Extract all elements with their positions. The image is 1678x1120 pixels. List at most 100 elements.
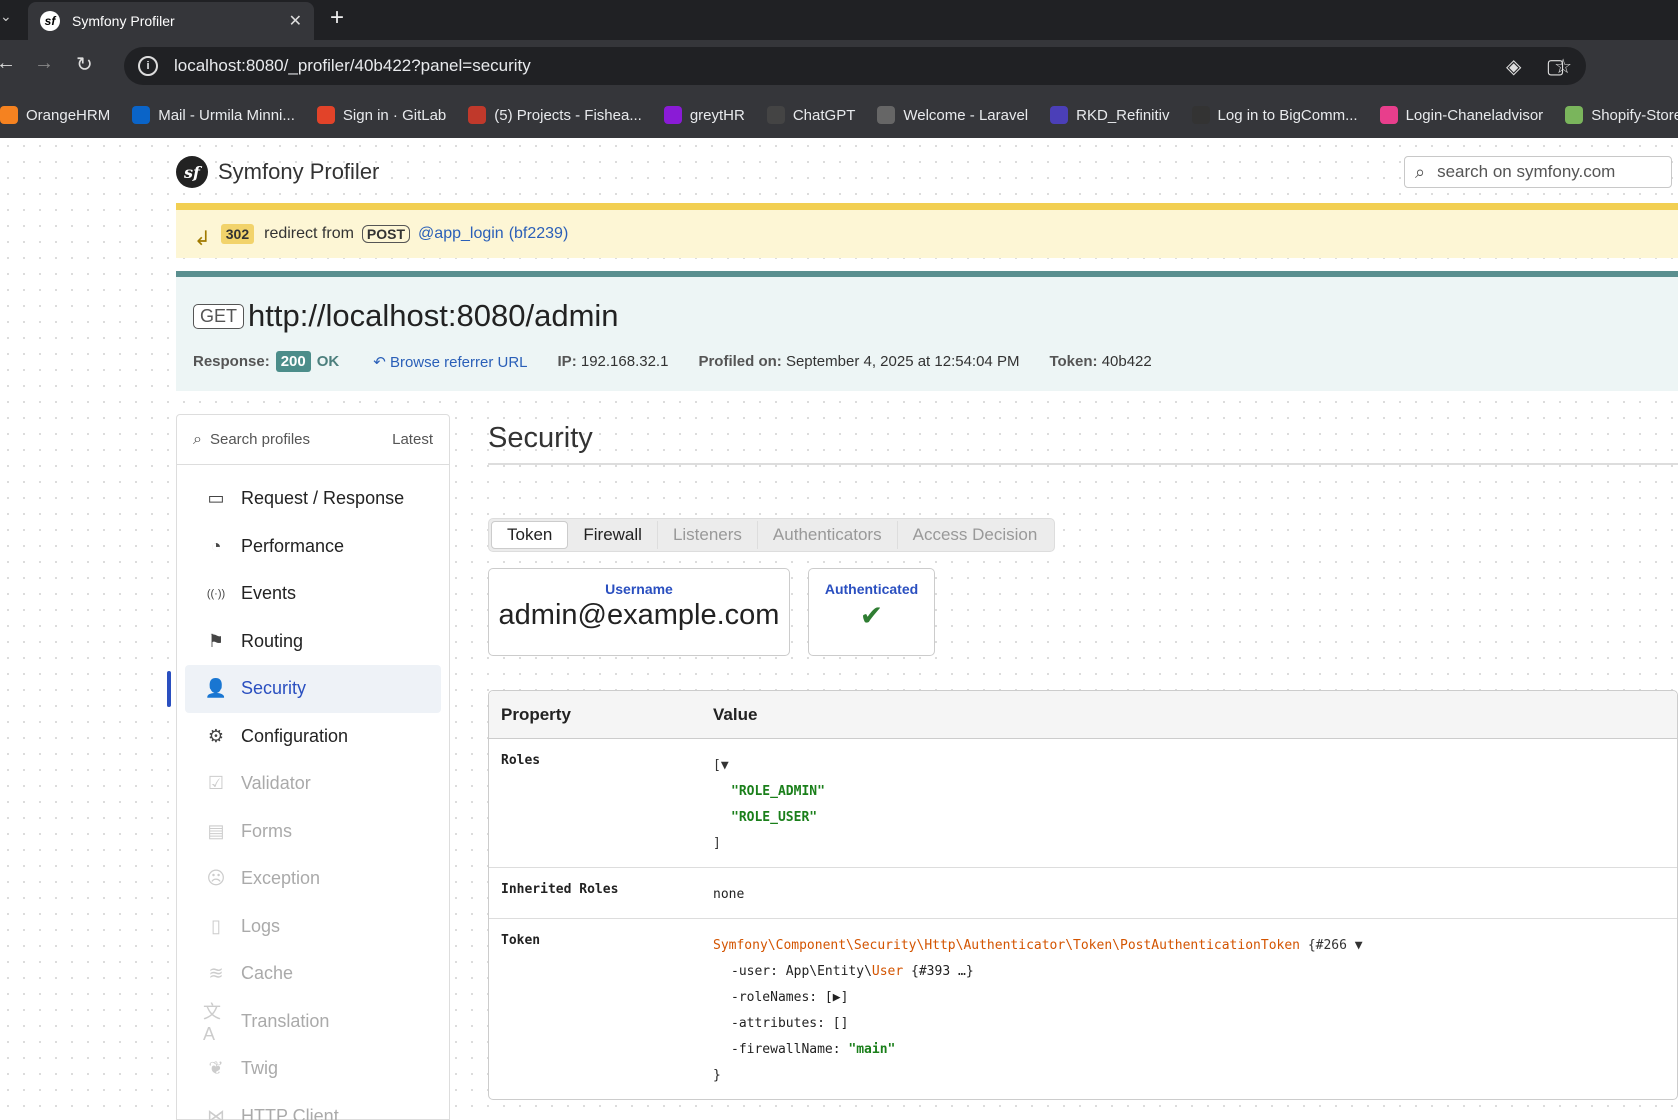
security-panel: Security Token Firewall Listeners Authentic… [488,414,1678,1100]
reload-icon[interactable]: ↻ [76,52,93,77]
sidebar-item-label: Logs [241,915,281,936]
redirect-arrow-icon: ↲ [194,227,211,250]
search-profiles-icon[interactable]: ⌕ [193,431,202,449]
user-key: -user: [731,964,786,979]
role-item: "ROLE_USER" [731,810,818,825]
bookmark-item[interactable]: Mail - Urmila Minni... [132,106,295,124]
sidebar-item-translation[interactable]: 文A Translation [185,998,441,1046]
request-icon: ▭ [207,488,225,509]
user-class: User [871,964,904,979]
tab-search-icon[interactable]: ⌄ [0,8,12,25]
bookmark-label: Mail - Urmila Minni... [158,106,295,124]
bookmark-item[interactable]: Shopify-Stores [1565,106,1678,124]
username-value: admin@example.com [498,599,780,631]
sidebar-item-label: Configuration [241,725,349,746]
tab-title: Symfony Profiler [72,13,175,29]
bookmark-label: ChatGPT [792,106,856,124]
back-icon[interactable]: ← [0,52,16,75]
tab-listeners[interactable]: Listeners [658,521,758,549]
sidebar-item-performance[interactable]: ◔ Performance [185,523,441,571]
sidebar-item-events[interactable]: ((·)) Events [185,570,441,618]
new-tab-icon[interactable]: + [330,4,344,32]
token-close-brace: } [713,1068,721,1083]
rolenames-toggle[interactable]: -roleNames: [▶] [713,985,1363,1011]
cache-icon: ≋ [208,963,224,984]
extension-icon[interactable]: ◈ [1506,54,1521,79]
sidebar-item-cache[interactable]: ≋ Cache [185,950,441,998]
sidebar-item-label: Events [241,583,297,604]
redirect-banner: ↲ 302 redirect from POST @app_login (bf2… [176,203,1678,258]
inherited-roles-label: Inherited Roles [501,882,619,897]
sidebar-item-http-client[interactable]: ⋈ HTTP Client [185,1093,441,1120]
bookmark-item[interactable]: Welcome - Laravel [877,106,1028,124]
profiler-sidebar: ⌕ Search profiles Latest ▭ Request / Resp… [167,414,450,1120]
browse-referrer-link[interactable]: ↶ Browse referrer URL [373,353,527,371]
sidebar-item-routing[interactable]: ⚑ Routing [185,618,441,666]
sidebar-item-label: Translation [241,1010,330,1031]
sidebar-item-label: Routing [241,630,304,651]
sidebar-item-validator[interactable]: ☑ Validator [185,760,441,808]
close-tab-icon[interactable]: ✕ [289,11,302,31]
table-header: Property Value [489,691,1677,739]
bookmark-item[interactable]: greytHR [663,106,745,124]
sidebar-item-label: Cache [241,963,294,984]
sidebar-item-request-response[interactable]: ▭ Request / Response [185,475,441,523]
forward-icon[interactable]: → [34,52,54,75]
response-status-badge: 200 [275,351,311,372]
sidebar-item-label: Twig [241,1058,279,1079]
search-profiles-bar: ⌕ Search profiles Latest [177,415,449,465]
tab-token[interactable]: Token [491,521,569,549]
sidebar-item-exception[interactable]: ☹ Exception [185,855,441,903]
sidebar-item-security[interactable]: 👤 Security [167,665,441,713]
search-icon: ⌕ [1415,161,1426,182]
configuration-icon: ⚙ [207,725,225,746]
sidebar-item-twig[interactable]: ❦ Twig [185,1045,441,1093]
bookmark-item[interactable]: (5) Projects - Fishea... [468,106,642,124]
bookmark-label: OrangeHRM [26,106,111,124]
browser-tab[interactable]: sf Symfony Profiler ✕ [28,2,314,40]
referrer-icon: ↶ [373,353,390,371]
sidebar-item-logs[interactable]: ▯ Logs [185,903,441,951]
bookmark-item[interactable]: OrangeHRM [0,106,110,124]
redirect-method-badge: POST [361,225,411,243]
tab-access-decision[interactable]: Access Decision [898,521,1053,549]
events-icon: ((·)) [206,587,226,600]
address-url[interactable]: localhost:8080/_profiler/40b422?panel=se… [174,56,1554,76]
bookmark-favicon-icon [468,106,487,124]
sidebar-item-forms[interactable]: ▤ Forms [185,808,441,856]
user-ref-toggle[interactable]: {#393 …} [903,964,974,979]
tab-firewall[interactable]: Firewall [568,521,658,549]
bookmarks-bar: OrangeHRM Mail - Urmila Minni... Sign in ·… [0,92,1678,138]
authenticated-label: Authenticated [824,581,919,597]
bookmark-item[interactable]: RKD_Refinitiv [1050,106,1170,124]
bookmark-item[interactable]: Login-Chaneladvisor [1379,106,1543,124]
bookmark-favicon-icon [1379,106,1398,124]
latest-link[interactable]: Latest [392,431,433,448]
extensions-puzzle-icon[interactable]: ▢ [1546,54,1565,79]
profiled-value: September 4, 2025 at 12:54:04 PM [785,353,1020,370]
token-class: Symfony\Component\Security\Http\Authenti… [713,938,1300,953]
token-ref-toggle[interactable]: {#266 ▼ [1300,938,1363,953]
token-value: 40b422 [1101,353,1152,370]
search-profiles-link[interactable]: Search profiles [210,431,392,448]
address-bar[interactable]: i localhost:8080/_profiler/40b422?panel=… [124,47,1586,85]
symfony-search-input[interactable]: ⌕ search on symfony.com [1404,156,1672,188]
bookmark-item[interactable]: Log in to BigComm... [1191,106,1358,124]
symfony-logo-icon[interactable]: sf [176,156,208,188]
tab-authenticators[interactable]: Authenticators [758,521,898,549]
bookmark-item[interactable]: ChatGPT [766,106,856,124]
bookmark-favicon-icon [1565,106,1584,124]
request-meta: Response: 200 OK ↶ Browse referrer URL I… [193,351,1182,372]
redirect-status-badge: 302 [220,224,255,244]
roles-toggle[interactable]: [▼ [713,753,825,779]
bookmark-item[interactable]: Sign in · GitLab [316,106,446,124]
bookmark-favicon-icon [663,106,682,124]
redirect-token-link[interactable]: (bf2239) [509,225,569,243]
redirect-route-link[interactable]: @app_login [418,225,504,243]
profiler-title[interactable]: Symfony Profiler [218,159,379,185]
twig-icon: ❦ [208,1058,224,1079]
sidebar-item-configuration[interactable]: ⚙ Configuration [185,713,441,761]
bookmark-favicon-icon [877,106,896,124]
site-info-icon[interactable]: i [138,56,158,76]
check-icon: ✔ [859,600,884,631]
